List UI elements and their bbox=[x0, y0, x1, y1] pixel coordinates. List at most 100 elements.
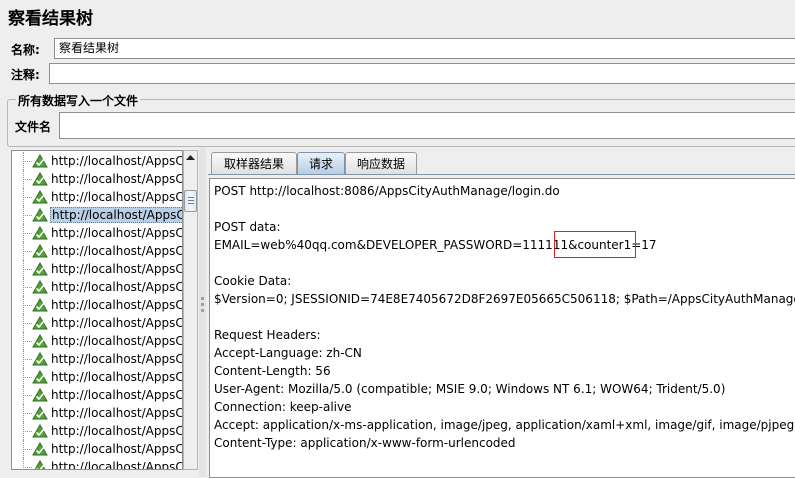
tree-item-label: http://localhost/AppsCityAuthManage/logi… bbox=[51, 190, 183, 204]
tree-connector bbox=[23, 359, 32, 360]
tree-item-label: http://localhost/AppsCityAuthManage/logi… bbox=[51, 424, 183, 438]
results-tree[interactable]: http://localhost/AppsCityAuthManage/logi… bbox=[11, 150, 183, 470]
tab-response-data[interactable]: 响应数据 bbox=[345, 152, 417, 174]
success-triangle-icon bbox=[32, 154, 48, 168]
success-triangle-icon bbox=[34, 460, 46, 469]
request-line: Content-Type: application/x-www-form-url… bbox=[214, 436, 516, 450]
tree-connector bbox=[23, 197, 32, 198]
success-triangle-icon bbox=[32, 334, 48, 348]
tree-item[interactable]: http://localhost/AppsCityAuthManage/logi… bbox=[12, 404, 183, 422]
request-line: Accept: application/x-ms-application, im… bbox=[214, 418, 795, 432]
tree-item-label: http://localhost/AppsCityAuthManage/logi… bbox=[51, 172, 183, 186]
request-line: Content-Length: 56 bbox=[214, 364, 331, 378]
tree-item[interactable]: http://localhost/AppsCityAuthManage/logi… bbox=[12, 368, 183, 386]
scroll-up-arrow-icon[interactable] bbox=[184, 151, 197, 165]
tree-connector bbox=[23, 287, 32, 288]
success-triangle-icon bbox=[32, 424, 48, 438]
tree-item[interactable]: http://localhost/AppsCityAuthManage/logi… bbox=[12, 314, 183, 332]
success-triangle-icon bbox=[32, 352, 48, 366]
tree-connector bbox=[23, 341, 32, 342]
tree-item[interactable]: http://localhost/AppsCityAuthManage/logi… bbox=[12, 440, 183, 458]
tree-item[interactable]: http://localhost/AppsCityAuthManage/logi… bbox=[12, 224, 183, 242]
success-triangle-icon bbox=[32, 280, 48, 294]
tree-item[interactable]: http://localhost/AppsCityAuthManage/logi… bbox=[12, 386, 183, 404]
tree-connector bbox=[23, 395, 32, 396]
tree-item-label: http://localhost/AppsCityAuthManage/logi… bbox=[51, 154, 183, 168]
comment-label: 注释: bbox=[11, 68, 40, 82]
tree-item[interactable]: http://localhost/AppsCityAuthManage/logi… bbox=[12, 296, 183, 314]
request-line: Connection: keep-alive bbox=[214, 400, 352, 414]
comment-input[interactable] bbox=[49, 63, 795, 84]
success-triangle-icon bbox=[32, 172, 48, 186]
tree-connector bbox=[23, 413, 32, 414]
request-line: User-Agent: Mozilla/5.0 (compatible; MSI… bbox=[214, 382, 726, 396]
tree-scrollbar-thumb[interactable] bbox=[184, 190, 197, 212]
filename-label: 文件名 bbox=[15, 120, 52, 134]
tree-item-label: http://localhost/AppsCityAuthManage/logi… bbox=[51, 442, 183, 456]
tab-request[interactable]: 请求 bbox=[297, 152, 345, 174]
tree-connector bbox=[23, 431, 32, 432]
success-triangle-icon bbox=[32, 208, 48, 222]
tree-connector bbox=[23, 449, 32, 450]
tree-connector bbox=[23, 377, 32, 378]
tree-connector bbox=[23, 467, 32, 468]
tree-item[interactable]: http://localhost/AppsCityAuthManage/logi… bbox=[12, 332, 183, 350]
tree-item[interactable]: http://localhost/AppsCityAuthManage/logi… bbox=[12, 278, 183, 296]
tree-item[interactable]: http://localhost/AppsCityAuthManage/logi… bbox=[12, 242, 183, 260]
tree-connector bbox=[23, 458, 24, 469]
request-line: POST data: bbox=[214, 220, 281, 234]
success-triangle-icon bbox=[32, 442, 48, 456]
tree-connector bbox=[23, 179, 32, 180]
success-triangle-icon bbox=[32, 262, 48, 276]
annotation-highlight-box bbox=[554, 231, 636, 258]
tree-item-label: http://localhost/AppsCityAuthManage/logi… bbox=[51, 406, 183, 420]
tree-connector bbox=[23, 215, 32, 216]
success-triangle-icon bbox=[32, 370, 48, 384]
request-line: Cookie Data: bbox=[214, 274, 292, 288]
tree-item-label: http://localhost/AppsCityAuthManage/logi… bbox=[51, 334, 183, 348]
tree-item[interactable]: http://localhost/AppsCityAuthManage/logi… bbox=[12, 458, 182, 469]
tree-item-label: http://localhost/AppsCityAuthManage/logi… bbox=[51, 370, 183, 384]
request-line: $Version=0; JSESSIONID=74E8E7405672D8F26… bbox=[214, 292, 795, 306]
panel-title: 察看结果树 bbox=[8, 9, 93, 29]
split-pane-divider[interactable] bbox=[199, 147, 206, 477]
filename-input[interactable] bbox=[59, 112, 795, 139]
tree-item-label: http://localhost/AppsCityAuthManage/logi… bbox=[51, 388, 183, 402]
name-label: 名称: bbox=[11, 43, 40, 57]
request-line: Request Headers: bbox=[214, 328, 321, 342]
tree-connector bbox=[23, 305, 32, 306]
tree-connector bbox=[23, 323, 32, 324]
tree-connector bbox=[23, 251, 32, 252]
tree-item[interactable]: http://localhost/AppsCityAuthManage/logi… bbox=[12, 422, 183, 440]
success-triangle-icon bbox=[32, 316, 48, 330]
tree-connector bbox=[23, 161, 32, 162]
success-triangle-icon bbox=[32, 406, 48, 420]
success-triangle-icon bbox=[32, 226, 48, 240]
tree-connector bbox=[23, 269, 32, 270]
tree-item-label: http://localhost/AppsCityAuthManage/logi… bbox=[51, 262, 183, 276]
tree-item[interactable]: http://localhost/AppsCityAuthManage/logi… bbox=[12, 170, 183, 188]
tree-item[interactable]: http://localhost/AppsCityAuthManage/logi… bbox=[12, 188, 183, 206]
success-triangle-icon bbox=[32, 244, 48, 258]
success-triangle-icon bbox=[32, 190, 48, 204]
tree-item[interactable]: http://localhost/AppsCityAuthManage/logi… bbox=[12, 350, 183, 368]
tree-item[interactable]: http://localhost/AppsCityAuthManage/logi… bbox=[12, 260, 183, 278]
tree-item-label: http://localhost/AppsCityAuthManage/logi… bbox=[51, 226, 183, 240]
tree-item-label: http://localhost/AppsCityAuthManage/logi… bbox=[50, 207, 182, 223]
tab-sampler-result[interactable]: 取样器结果 bbox=[211, 152, 297, 174]
tab-strip-border bbox=[208, 174, 795, 175]
tree-item[interactable]: http://localhost/AppsCityAuthManage/logi… bbox=[12, 206, 182, 224]
file-section-legend: 所有数据写入一个文件 bbox=[16, 92, 141, 109]
request-line: Accept-Language: zh-CN bbox=[214, 346, 362, 360]
tree-connector bbox=[23, 233, 32, 234]
tree-item-label: http://localhost/AppsCityAuthManage/logi… bbox=[51, 316, 183, 330]
success-triangle-icon bbox=[32, 388, 48, 402]
tree-item[interactable]: http://localhost/AppsCityAuthManage/logi… bbox=[12, 152, 183, 170]
tree-item-label: http://localhost/AppsCityAuthManage/logi… bbox=[51, 244, 183, 258]
tree-item-label: http://localhost/AppsCityAuthManage/logi… bbox=[51, 280, 183, 294]
success-triangle-icon bbox=[32, 298, 48, 312]
tree-item-label: http://localhost/AppsCityAuthManage/logi… bbox=[51, 352, 183, 366]
request-content-area[interactable]: POST http://localhost:8086/AppsCityAuthM… bbox=[209, 178, 795, 478]
tree-item-label: http://localhost/AppsCityAuthManage/logi… bbox=[51, 298, 183, 312]
name-input[interactable]: 察看结果树 bbox=[54, 38, 795, 59]
